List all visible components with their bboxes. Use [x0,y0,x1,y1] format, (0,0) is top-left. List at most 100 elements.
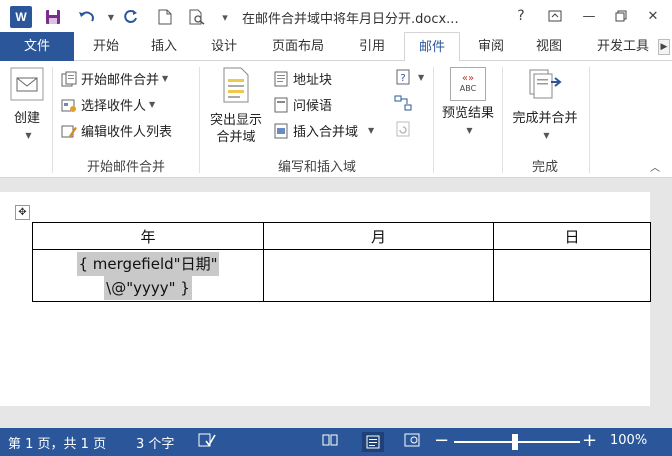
document-top-gutter [0,178,672,192]
tab-page-layout[interactable]: 页面布局 [260,32,336,61]
print-preview-icon[interactable] [186,6,208,28]
update-labels-button [394,121,415,137]
merge-field-code-line2[interactable]: \@"yyyy" } [104,275,192,300]
write-insert-fields-group-label: 编写和插入域 [277,160,356,175]
highlight-fields-icon [223,67,249,103]
start-mail-merge-group-label: 开始邮件合并 [86,160,165,175]
table-header-row: 年 月 日 [32,222,651,250]
ribbon-mailings: 创建 ▼ 开始邮件合并 ▼ 选择收件人 ▼ 编辑收件人列表 开始邮件合并 突出显… [0,61,672,178]
help-button[interactable]: ? [506,4,536,28]
minimize-button[interactable]: — [574,4,604,28]
preview-results-label: 预览结果 [441,106,494,121]
address-block-icon [272,71,290,87]
header-cell-month[interactable]: 月 [263,222,494,250]
group-separator [502,67,503,173]
window-title: 在邮件合并域中将年月日分开.docx... [242,12,459,27]
page-count[interactable]: 第 1 页，共 1 页 [8,433,106,452]
new-document-icon[interactable] [154,6,176,28]
table-row: { mergefield"日期" \@"yyyy" } [32,249,651,302]
month-cell[interactable] [263,249,494,302]
merge-field-cell[interactable]: { mergefield"日期" \@"yyyy" } [32,249,264,302]
tab-view[interactable]: 视图 [524,32,574,61]
save-icon[interactable] [42,6,64,28]
highlight-label-line2: 合并域 [216,130,256,145]
tab-design[interactable]: 设计 [200,32,248,61]
zoom-slider-thumb[interactable] [512,434,518,450]
tab-review[interactable]: 审阅 [466,32,516,61]
insert-merge-field-label: 插入合并域 [293,125,359,140]
edit-recipient-list-button[interactable]: 编辑收件人列表 [60,121,172,140]
zoom-in-button[interactable]: + [582,430,597,451]
tab-scroll-right-icon[interactable]: ▶ [658,39,670,55]
finish-merge-button[interactable]: 完成并合并 ▼ [504,67,586,144]
insert-merge-field-icon [272,123,290,139]
word-count[interactable]: 3 个字 [136,433,174,452]
ribbon-display-options-button[interactable] [540,4,570,28]
preview-arrows-icon: «» [461,73,475,84]
zoom-out-button[interactable]: − [434,430,449,451]
match-fields-icon [394,95,412,111]
envelope-icon [10,67,44,101]
undo-icon[interactable] [76,6,98,28]
chevron-down-icon: ▼ [162,74,169,83]
restore-button[interactable] [606,4,636,28]
tab-file[interactable]: 文件 [0,32,74,61]
undo-dropdown-icon[interactable]: ▼ [100,6,122,28]
day-cell[interactable] [493,249,651,302]
read-mode-icon[interactable] [322,433,338,451]
tab-mailings[interactable]: 邮件 [404,32,460,62]
web-layout-icon[interactable] [404,433,420,451]
tab-references[interactable]: 引用 [346,32,398,61]
print-layout-icon[interactable] [362,432,384,452]
greeting-line-button[interactable]: 问候语 [272,95,332,114]
address-block-button[interactable]: 地址块 [272,69,332,88]
start-mail-merge-button[interactable]: 开始邮件合并 ▼ [60,69,168,88]
tab-insert[interactable]: 插入 [140,32,188,61]
highlight-merge-fields-button[interactable]: 突出显示 合并域 [204,67,268,146]
close-button[interactable]: ✕ [638,4,668,28]
group-separator [199,67,200,173]
table-move-handle-icon[interactable]: ✥ [15,205,30,220]
group-separator [433,67,434,173]
edit-recipient-list-icon [60,123,78,139]
document-bottom-gutter [0,406,672,428]
insert-merge-field-button[interactable]: 插入合并域 ▼ [272,121,374,140]
proofing-icon[interactable] [198,432,216,452]
chevron-down-icon: ▼ [466,126,473,135]
zoom-level[interactable]: 100% [610,433,647,448]
redo-icon[interactable] [120,6,142,28]
group-separator [52,67,53,173]
rules-icon: ? [394,69,412,85]
create-button[interactable]: 创建 ▼ [6,67,48,144]
select-recipients-button[interactable]: 选择收件人 ▼ [60,95,155,114]
svg-text:?: ? [400,73,405,84]
address-block-label: 地址块 [293,73,333,88]
word-app-icon[interactable]: W [10,6,32,28]
merge-field-code-line1[interactable]: { mergefield"日期" [76,251,220,276]
greeting-line-label: 问候语 [293,99,333,114]
header-cell-day[interactable]: 日 [493,222,651,250]
preview-results-button[interactable]: «» ABC 预览结果 ▼ [436,67,500,139]
tab-developer[interactable]: 开发工具 [588,32,658,61]
date-table: 年 月 日 { mergefield"日期" \@"yyyy" } [32,222,651,302]
create-label: 创建 [13,111,40,126]
restore-icon [615,10,627,22]
chevron-down-icon: ▼ [543,131,550,140]
preview-abc-text: ABC [459,84,477,93]
collapse-ribbon-icon[interactable]: ︿ [650,159,660,174]
status-bar: 第 1 页，共 1 页 3 个字 − + 100% [0,428,672,456]
tab-home[interactable]: 开始 [82,32,130,61]
finish-merge-label: 完成并合并 [512,111,578,126]
header-cell-year[interactable]: 年 [32,222,264,250]
finish-merge-icon [529,69,562,99]
title-bar: W ▼ ▾ 在邮件合并域中将年月日分开.docx... ? — ✕ [0,0,672,32]
select-recipients-icon [60,97,78,113]
vertical-scrollbar[interactable] [650,192,672,406]
rules-button[interactable]: ? ▼ [394,69,424,85]
start-mail-merge-icon [60,71,78,87]
match-fields-button[interactable] [394,95,415,111]
start-mail-merge-label: 开始邮件合并 [81,73,160,88]
customize-quick-access-icon[interactable]: ▾ [214,6,236,28]
highlight-label-line1: 突出显示 [209,113,262,128]
chevron-down-icon: ▼ [149,100,156,109]
